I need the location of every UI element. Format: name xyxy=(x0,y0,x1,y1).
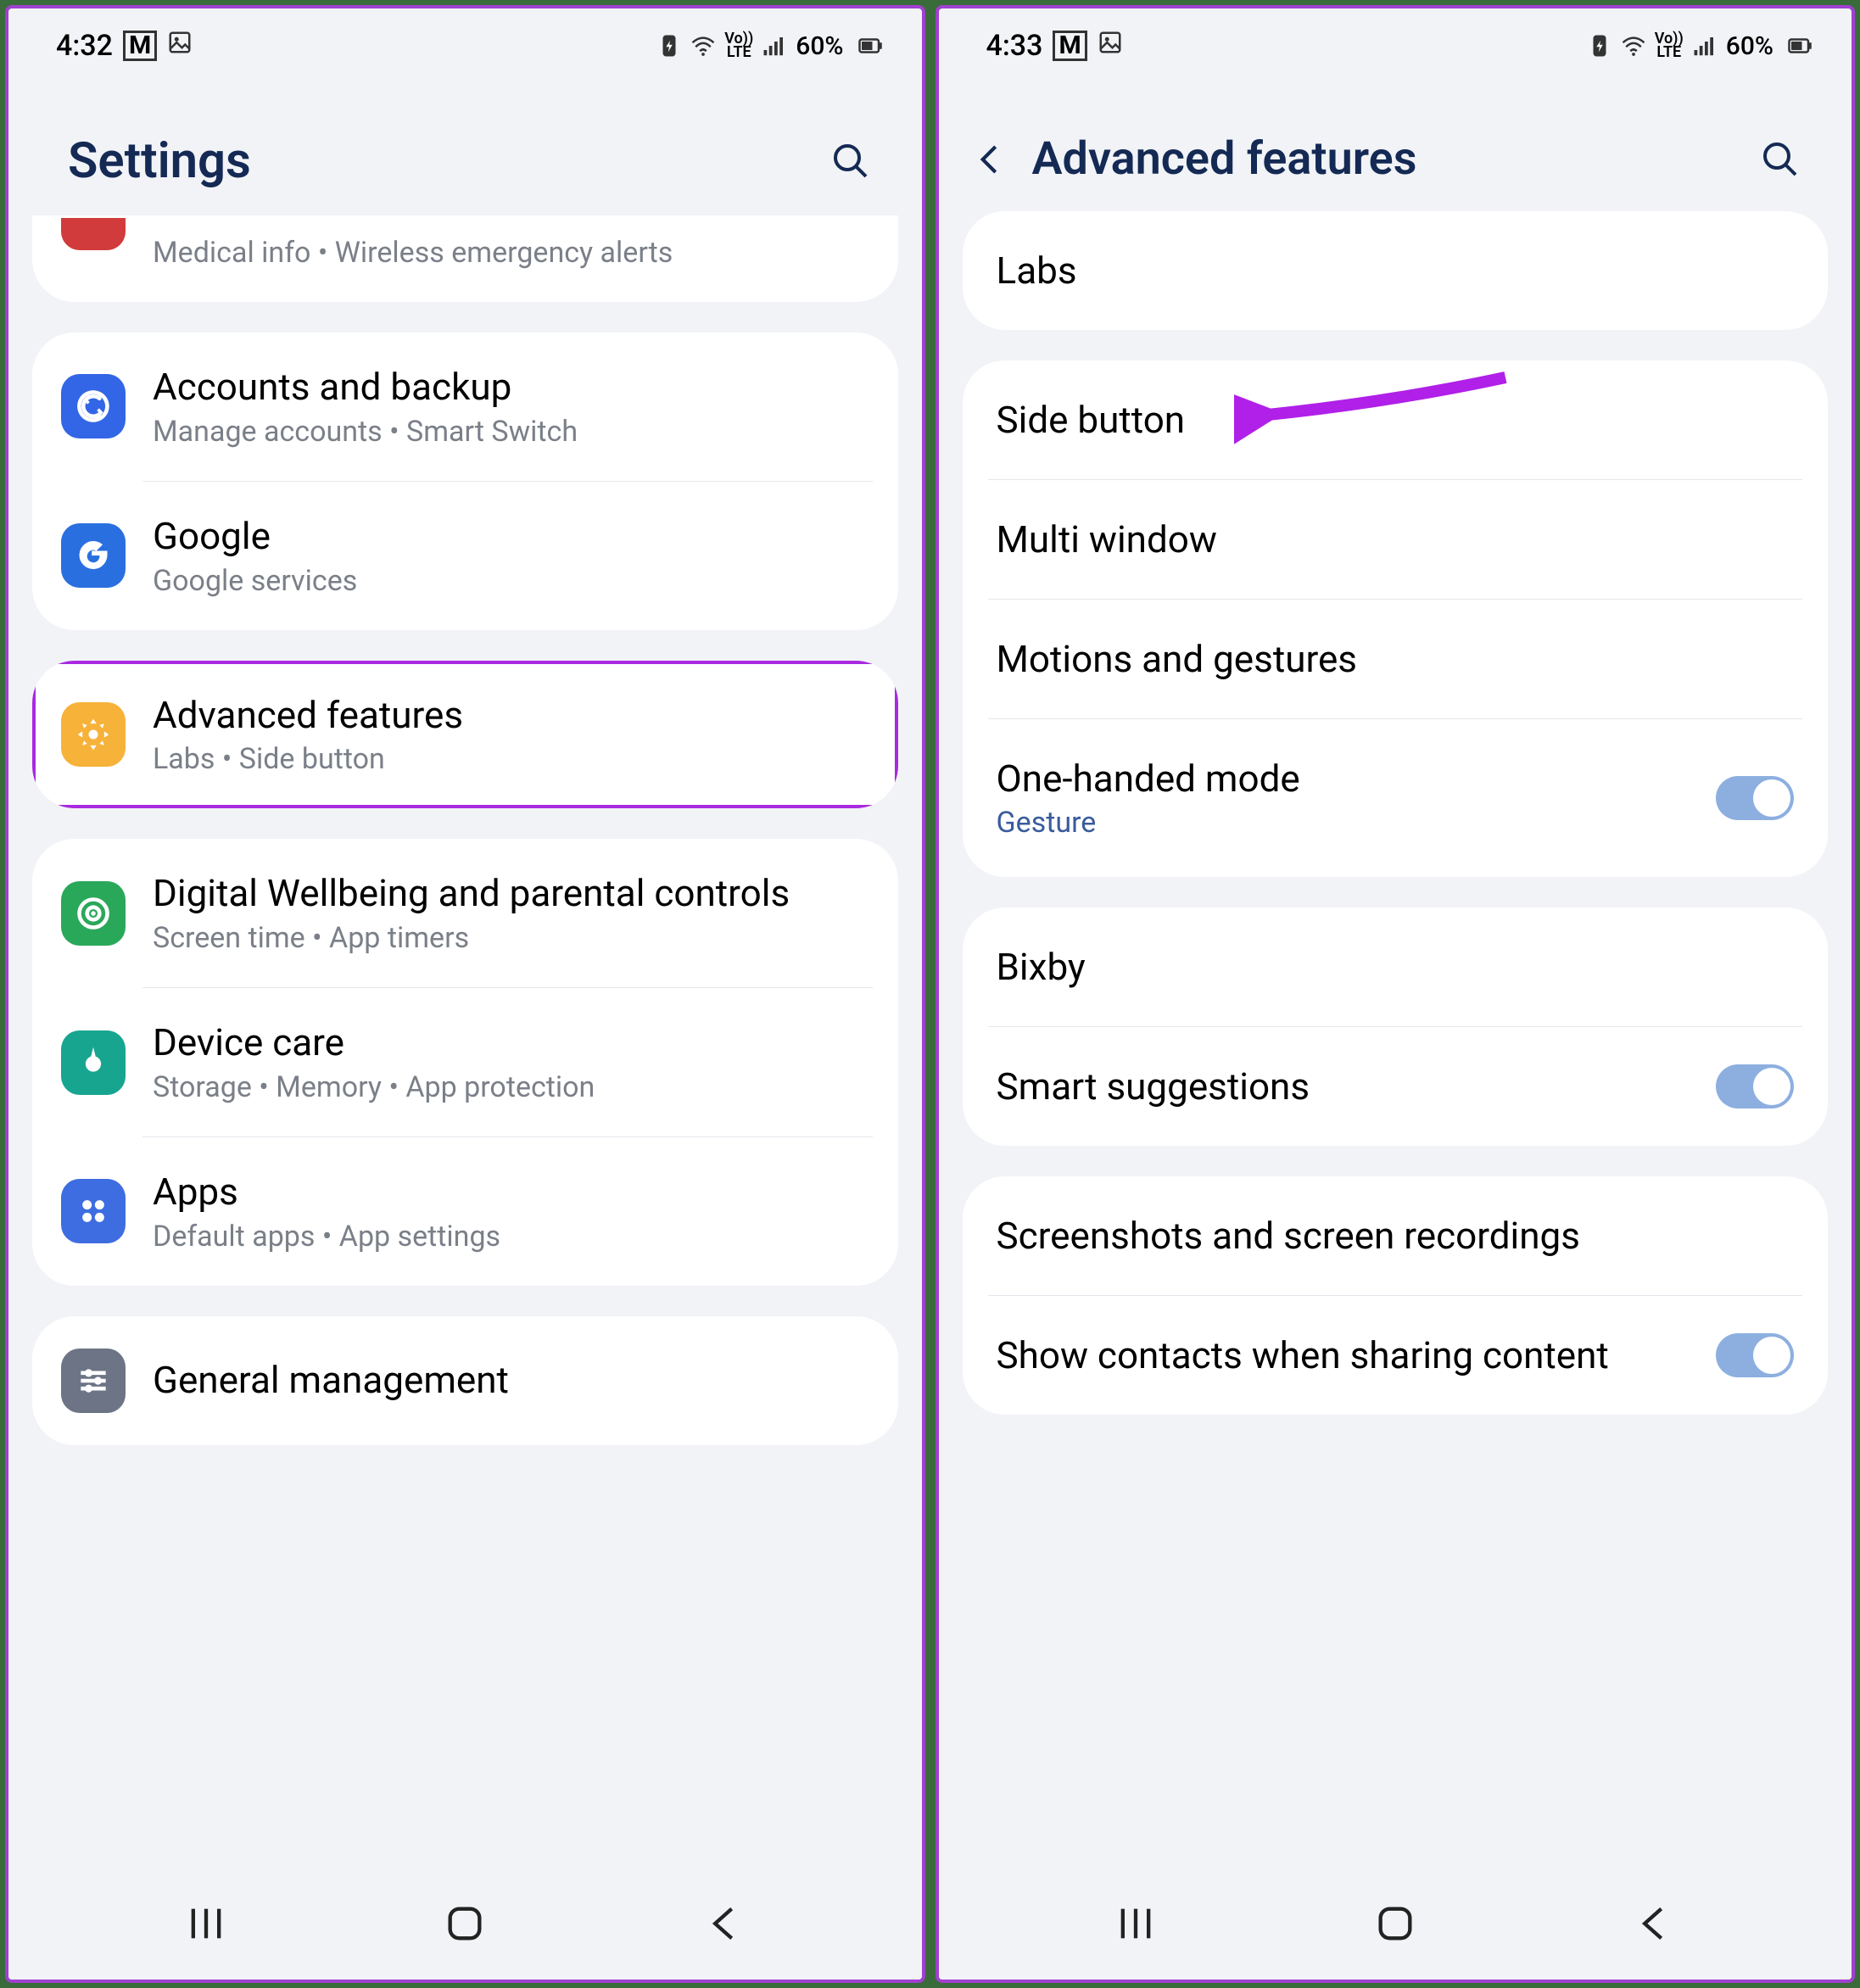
settings-list[interactable]: Medical info • Wireless emergency alerts… xyxy=(8,215,922,1876)
row-sub: Storage • Memory • App protection xyxy=(153,1070,873,1104)
row-title: Google xyxy=(153,514,873,559)
row-title: Digital Wellbeing and parental controls xyxy=(153,871,873,916)
adv-row-side-button[interactable]: Side button xyxy=(963,360,1829,479)
google-icon xyxy=(61,523,126,588)
page-title: Advanced features xyxy=(1032,132,1735,186)
nav-bar xyxy=(8,1876,922,1980)
settings-row-advanced-features[interactable]: Advanced features Labs • Side button xyxy=(32,661,898,809)
safety-icon xyxy=(61,218,126,250)
page-title: Settings xyxy=(68,132,805,190)
nav-bar xyxy=(939,1876,1852,1980)
row-sub: Labs • Side button xyxy=(153,742,873,776)
status-time: 4:33 xyxy=(986,29,1043,63)
adv-row-smart-suggestions[interactable]: Smart suggestions xyxy=(963,1027,1829,1146)
power-save-icon xyxy=(656,33,682,59)
card: Labs xyxy=(963,211,1829,330)
advanced-list[interactable]: Labs Side button Multi window Motions and … xyxy=(939,211,1852,1876)
card-advanced: Advanced features Labs • Side button xyxy=(32,661,898,809)
recents-button[interactable] xyxy=(1114,1901,1158,1946)
power-save-icon xyxy=(1587,33,1612,59)
adv-row-motions-gestures[interactable]: Motions and gestures xyxy=(963,600,1829,718)
volte-icon: Vo))LTE xyxy=(1655,32,1684,59)
battery-percent: 60% xyxy=(1726,31,1773,61)
card-accounts: Accounts and backup Manage accounts • Sma… xyxy=(32,332,898,630)
signal-icon xyxy=(762,33,787,59)
row-title: Apps xyxy=(153,1170,873,1215)
status-bar: 4:33 M Vo))LTE 60% xyxy=(939,8,1852,73)
row-sub: Gesture xyxy=(997,806,1717,840)
back-button[interactable] xyxy=(702,1901,746,1946)
card: Side button Multi window Motions and gestu… xyxy=(963,360,1829,877)
digital-wellbeing-icon xyxy=(61,881,126,946)
home-button[interactable] xyxy=(443,1901,487,1946)
row-title: Show contacts when sharing content xyxy=(997,1333,1717,1377)
adv-row-bixby[interactable]: Bixby xyxy=(963,907,1829,1026)
row-sub: Google services xyxy=(153,564,873,598)
settings-row-device-care[interactable]: Device care Storage • Memory • App protec… xyxy=(32,988,898,1136)
adv-row-show-contacts-sharing[interactable]: Show contacts when sharing content xyxy=(963,1296,1829,1415)
row-sub: Medical info • Wireless emergency alerts xyxy=(153,236,873,270)
wifi-icon xyxy=(1621,33,1646,59)
row-title: Bixby xyxy=(997,945,1795,989)
row-sub: Screen time • App timers xyxy=(153,921,873,955)
signal-icon xyxy=(1692,33,1718,59)
gmail-icon: M xyxy=(123,31,157,61)
settings-row-apps[interactable]: Apps Default apps • App settings xyxy=(32,1137,898,1286)
search-icon[interactable] xyxy=(1760,139,1801,180)
home-button[interactable] xyxy=(1373,1901,1417,1946)
row-title: One-handed mode xyxy=(997,757,1717,801)
adv-row-one-handed-mode[interactable]: One-handed mode Gesture xyxy=(963,719,1829,877)
status-time: 4:32 xyxy=(56,29,113,63)
header: Advanced features xyxy=(939,73,1852,211)
settings-row-digital-wellbeing[interactable]: Digital Wellbeing and parental controls S… xyxy=(32,839,898,987)
status-bar: 4:32 M Vo))LTE 60% xyxy=(8,8,922,73)
battery-icon xyxy=(852,33,888,59)
row-title: Smart suggestions xyxy=(997,1064,1717,1108)
settings-row-general-management[interactable]: General management xyxy=(32,1316,898,1445)
row-title: Motions and gestures xyxy=(997,637,1795,681)
battery-percent: 60% xyxy=(796,31,843,61)
back-icon[interactable] xyxy=(973,142,1007,176)
device-care-icon xyxy=(61,1030,126,1095)
adv-row-screenshots-recordings[interactable]: Screenshots and screen recordings xyxy=(963,1176,1829,1295)
settings-row-google[interactable]: Google Google services xyxy=(32,482,898,630)
toggle-one-handed-mode[interactable] xyxy=(1716,776,1794,820)
header: Settings xyxy=(8,73,922,215)
row-title: Labs xyxy=(997,248,1795,293)
recents-button[interactable] xyxy=(184,1901,228,1946)
row-title: Multi window xyxy=(997,517,1795,561)
settings-row-accounts-backup[interactable]: Accounts and backup Manage accounts • Sma… xyxy=(32,332,898,481)
volte-icon: Vo))LTE xyxy=(724,32,753,59)
back-button[interactable] xyxy=(1632,1901,1676,1946)
row-title: Accounts and backup xyxy=(153,365,873,410)
general-management-icon xyxy=(61,1349,126,1413)
picture-icon xyxy=(167,29,193,63)
card-general: General management xyxy=(32,1316,898,1445)
adv-row-labs[interactable]: Labs xyxy=(963,211,1829,330)
accounts-backup-icon xyxy=(61,374,126,438)
adv-row-multi-window[interactable]: Multi window xyxy=(963,480,1829,599)
toggle-smart-suggestions[interactable] xyxy=(1716,1064,1794,1108)
row-sub: Manage accounts • Smart Switch xyxy=(153,415,873,449)
row-title: Device care xyxy=(153,1020,873,1065)
row-title: Advanced features xyxy=(153,693,873,738)
card-wellbeing: Digital Wellbeing and parental controls S… xyxy=(32,839,898,1285)
battery-icon xyxy=(1782,33,1818,59)
settings-row-safety[interactable]: Medical info • Wireless emergency alerts xyxy=(32,215,898,302)
picture-icon xyxy=(1098,29,1123,63)
wifi-icon xyxy=(690,33,716,59)
toggle-show-contacts-sharing[interactable] xyxy=(1716,1333,1794,1377)
card: Screenshots and screen recordings Show co… xyxy=(963,1176,1829,1415)
gmail-icon: M xyxy=(1053,31,1086,61)
row-sub: Default apps • App settings xyxy=(153,1220,873,1254)
advanced-features-screen: 4:33 M Vo))LTE 60% Advanced features Lab… xyxy=(936,5,1856,1983)
advanced-features-icon xyxy=(61,702,126,767)
search-icon[interactable] xyxy=(830,141,871,181)
row-title: Screenshots and screen recordings xyxy=(997,1214,1795,1258)
row-title: General management xyxy=(153,1358,873,1403)
apps-icon xyxy=(61,1179,126,1243)
card: Bixby Smart suggestions xyxy=(963,907,1829,1146)
card-partial: Medical info • Wireless emergency alerts xyxy=(32,215,898,302)
settings-screen: 4:32 M Vo))LTE 60% Settings Medical info… xyxy=(5,5,925,1983)
